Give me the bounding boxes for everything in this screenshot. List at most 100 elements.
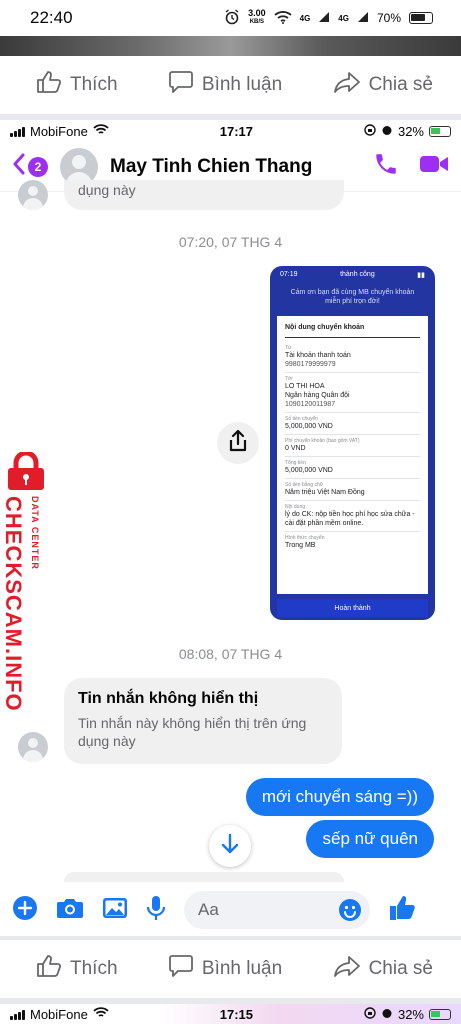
battery-percent: 70% [376, 11, 401, 25]
ios-battery-percent: 32% [397, 123, 424, 139]
to-number: 1090120011987 [285, 401, 336, 408]
ios-status-bar: MobiFone 17:17 32% [0, 120, 461, 142]
cellular-signal-icon [10, 1009, 25, 1020]
ios-time: 17:17 [219, 123, 254, 139]
gallery-icon[interactable] [102, 896, 128, 925]
comment-label: Bình luận [201, 958, 283, 979]
from-section: Từ Tài khoản thanh toán 9980179999979 [285, 342, 420, 373]
arrow-down-icon [220, 833, 240, 860]
share-icon [227, 429, 249, 458]
watermark: DATA CENTER CHECKSCAM.INFO [1, 450, 50, 712]
contact-avatar-small[interactable] [18, 180, 48, 210]
from-number: 9980179999979 [285, 361, 336, 368]
share-image-button[interactable] [217, 422, 259, 464]
alarm-icon [381, 1007, 393, 1022]
comment-button[interactable]: Bình luận [168, 954, 282, 984]
watermark-text: DATA CENTER CHECKSCAM.INFO [0, 496, 40, 712]
share-button[interactable]: Chia sẻ [333, 70, 433, 100]
note-value: lý do CK: nộp tiền học phí học sửa chữa … [285, 511, 415, 527]
message-bubble-outgoing[interactable]: mới chuyển sáng =)) [245, 778, 434, 816]
camera-icon[interactable] [56, 896, 84, 925]
wifi-icon [274, 10, 292, 27]
net-2-label: 4G [338, 13, 349, 23]
unavailable-title: Tin nhắn không hiển thị [78, 690, 259, 707]
plus-icon[interactable] [12, 895, 38, 926]
share-button[interactable]: Chia sẻ [333, 954, 433, 984]
share-label: Chia sẻ [368, 958, 433, 979]
receipt-status-bar: 07:19 thành công ▮▮ [270, 266, 435, 284]
receipt-time: 07:19 [280, 271, 298, 278]
unavailable-message-bubble[interactable]: Tin nhắn không hiển thị Tin nhắn này khô… [64, 678, 342, 764]
message-bubble-incoming [64, 872, 344, 882]
chevron-left-icon [12, 153, 26, 180]
ios-time: 17:15 [219, 1006, 254, 1022]
receipt-card: Nội dung chuyển khoản Từ Tài khoản thanh… [277, 316, 428, 594]
battery-charging-icon [429, 125, 451, 137]
to-name: LO THI HOA [285, 383, 325, 390]
message-bubble-incoming[interactable]: dụng này [64, 180, 344, 210]
total-value: 5,000,000 VND [285, 467, 333, 474]
video-call-icon[interactable] [419, 153, 449, 180]
like-button[interactable]: Thích [36, 70, 118, 100]
android-status-bar: 22:40 3.00 KB/S 4G 4G 70% [0, 0, 461, 36]
message-bubble-outgoing[interactable]: sếp nữ quên [306, 820, 434, 858]
message-composer [0, 885, 461, 935]
thumbs-up-icon [36, 70, 62, 100]
receipt-thanks: Cảm ơn bạn đã cùng MB chuyển khoản miễn … [290, 289, 415, 305]
signal-icon [318, 11, 330, 26]
comment-icon [168, 954, 194, 984]
carrier-name: MobiFone [30, 123, 88, 139]
network-speed: 3.00 KB/S [248, 9, 266, 27]
lock-rotation-icon [364, 123, 376, 139]
from-name: Tài khoản thanh toán [285, 352, 351, 359]
phone-icon[interactable] [373, 151, 399, 182]
timestamp: 07:20, 07 THG 4 [178, 234, 283, 250]
timestamp: 08:08, 07 THG 4 [178, 646, 283, 662]
post-photo[interactable] [0, 36, 461, 56]
receipt-title: Nội dung chuyển khoản [285, 322, 420, 338]
ios-battery-percent: 32% [397, 1006, 424, 1022]
back-button[interactable]: 2 [12, 153, 48, 180]
ios-status-bar-bottom: MobiFone 17:15 32% [0, 1004, 461, 1024]
battery-icon [409, 12, 433, 24]
thumbs-up-icon [36, 954, 62, 984]
contact-avatar-small[interactable] [18, 732, 48, 762]
comment-button[interactable]: Bình luận [168, 70, 282, 100]
lock-rotation-icon [364, 1006, 376, 1022]
cellular-signal-icon [10, 126, 25, 137]
transfer-receipt-image[interactable]: 07:19 thành công ▮▮ Cảm ơn bạn đã cùng M… [270, 266, 435, 620]
signal-icon-2 [357, 11, 369, 26]
alarm-icon [224, 8, 240, 28]
battery-charging-icon [429, 1008, 451, 1020]
net-1-label: 4G [299, 13, 311, 23]
like-label: Thích [70, 958, 118, 979]
share-arrow-icon [333, 954, 361, 984]
message-text: dụng này [78, 182, 136, 198]
scroll-to-bottom-button[interactable] [209, 825, 251, 867]
contact-name[interactable]: May Tinh Chien Thang [110, 156, 373, 178]
like-button[interactable]: Thích [36, 954, 118, 984]
share-label: Chia sẻ [368, 74, 433, 95]
signal-icon: ▮▮ [417, 272, 425, 279]
unread-badge: 2 [28, 156, 48, 177]
speed-value: 3.00 [248, 8, 266, 18]
carrier-name: MobiFone [30, 1006, 88, 1022]
status-icons: 3.00 KB/S 4G 4G 70% [224, 9, 433, 28]
wifi-icon [93, 1006, 109, 1022]
emoji-icon[interactable] [338, 898, 362, 927]
amount-section: Số tiền chuyển 5,000,000 VND [285, 413, 420, 435]
words-value: Năm triệu Việt Nam Đồng [285, 489, 365, 496]
amount-value: 5,000,000 VND [285, 423, 333, 430]
fb-action-bar-bottom: Thích Bình luận Chia sẻ [0, 940, 461, 998]
method-section: Hình thức chuyển Trong MB [285, 532, 420, 553]
like-label: Thích [70, 74, 118, 95]
to-section: Tới LO THI HOA Ngân hàng Quân đội 109012… [285, 373, 420, 413]
to-bank: Ngân hàng Quân đội [285, 392, 350, 399]
fee-section: Phí chuyển khoản (bao gồm VAT) 0 VND [285, 435, 420, 457]
microphone-icon[interactable] [146, 895, 166, 926]
note-section: Nội dung lý do CK: nộp tiền học phí học … [285, 501, 420, 532]
fb-action-bar-top: Thích Bình luận Chia sẻ [0, 56, 461, 114]
share-arrow-icon [333, 70, 361, 100]
words-section: Số tiền bằng chữ Năm triệu Việt Nam Đồng [285, 479, 420, 501]
thumbs-up-send-icon[interactable] [388, 894, 416, 927]
